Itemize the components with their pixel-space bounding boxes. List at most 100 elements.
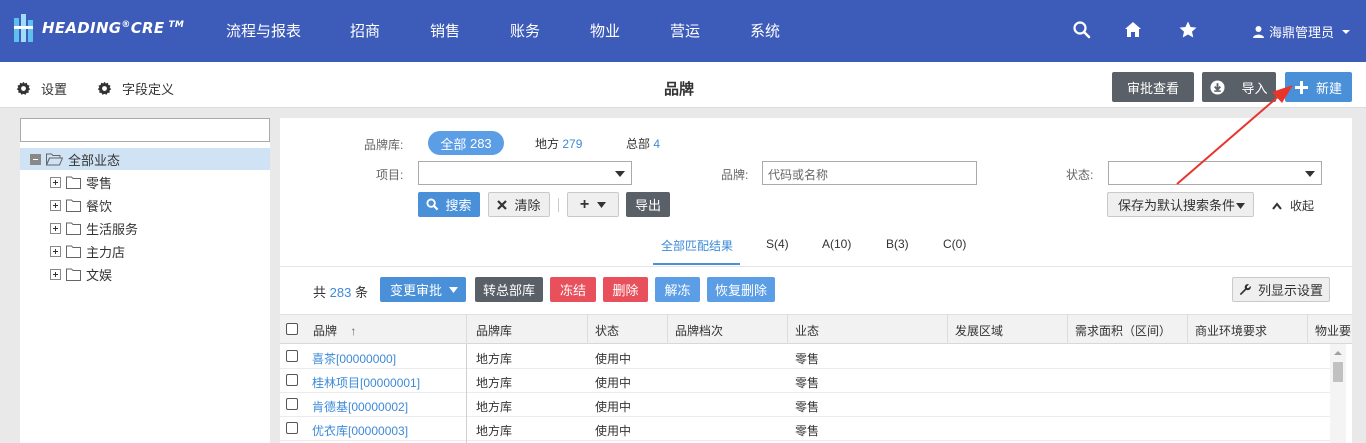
library-hq-option[interactable]: 总部 4 xyxy=(626,135,660,152)
expand-icon[interactable] xyxy=(50,199,61,211)
category-tree-panel: 全部业态 零售 餐饮 生活服务 主力店 文娱 xyxy=(20,118,270,443)
brand-link[interactable]: 优衣库[00000003] xyxy=(312,422,408,439)
table-row[interactable]: 桂林项目[00000001] 地方库 使用中 零售 xyxy=(280,369,1330,393)
table-vertical-scrollbar[interactable] xyxy=(1330,344,1346,443)
brand-name: HEADING®CRE TM xyxy=(42,19,185,37)
nav-item-accounts[interactable]: 账务 xyxy=(510,20,540,41)
library-hq-count: 4 xyxy=(653,137,661,151)
search-button[interactable]: 搜索 xyxy=(418,192,480,217)
status-select[interactable] xyxy=(1108,161,1322,185)
library-cell: 地方库 xyxy=(476,400,513,414)
nav-item-leasing[interactable]: 招商 xyxy=(350,20,380,41)
expand-icon[interactable] xyxy=(50,268,61,280)
nav-item-property[interactable]: 物业 xyxy=(590,20,620,41)
select-all-checkbox[interactable] xyxy=(286,323,298,335)
table-row[interactable]: 优衣库[00000003] 地方库 使用中 零售 xyxy=(280,417,1330,441)
library-all-option[interactable]: 全部 283 xyxy=(428,131,504,155)
column-header-status[interactable]: 状态 xyxy=(595,322,619,339)
change-approval-dropdown[interactable]: 变更审批 xyxy=(380,277,466,302)
scroll-up-arrow-icon[interactable] xyxy=(1330,348,1346,358)
folder-icon xyxy=(66,222,81,235)
column-header-format[interactable]: 业态 xyxy=(795,322,819,339)
tabs-divider xyxy=(280,266,1352,267)
tab-grade-s[interactable]: S(4) xyxy=(766,237,789,251)
brand-link[interactable]: 桂林项目[00000001] xyxy=(312,374,420,391)
home-icon[interactable] xyxy=(1123,20,1143,40)
export-button[interactable]: 导出 xyxy=(626,192,670,217)
restore-delete-button[interactable]: 恢复删除 xyxy=(707,277,775,302)
row-checkbox[interactable] xyxy=(286,398,298,410)
collapse-filters-link[interactable]: 收起 xyxy=(1272,197,1314,214)
tree-node-dining[interactable]: 餐饮 xyxy=(20,194,270,216)
expand-icon[interactable] xyxy=(50,222,61,234)
tree-node-label: 餐饮 xyxy=(86,198,113,214)
project-select[interactable] xyxy=(418,161,632,185)
expand-icon[interactable] xyxy=(50,245,61,257)
column-header-area[interactable]: 需求面积（区间） xyxy=(1075,322,1171,339)
brand-search-input[interactable]: 代码或名称 xyxy=(762,161,977,185)
column-header-environment[interactable]: 商业环境要求 xyxy=(1195,322,1267,339)
star-icon[interactable] xyxy=(1178,20,1198,40)
column-divider xyxy=(587,314,588,344)
nav-item-system[interactable]: 系统 xyxy=(750,20,780,41)
column-header-grade[interactable]: 品牌档次 xyxy=(675,322,723,339)
tab-grade-c[interactable]: C(0) xyxy=(943,237,966,251)
library-cell: 地方库 xyxy=(476,376,513,390)
column-settings-button[interactable]: 列显示设置 xyxy=(1232,277,1330,302)
save-default-search-button[interactable]: 保存为默认搜索条件 xyxy=(1107,192,1254,217)
library-local-option[interactable]: 地方 279 xyxy=(535,135,582,152)
tree-node-retail[interactable]: 零售 xyxy=(20,171,270,193)
brand-logo[interactable]: HEADING®CRE TM xyxy=(14,14,184,42)
row-checkbox[interactable] xyxy=(286,350,298,362)
tree-node-all-formats[interactable]: 全部业态 xyxy=(20,148,270,170)
expand-icon[interactable] xyxy=(50,176,61,188)
result-count-value: 283 xyxy=(329,285,352,300)
table-row[interactable]: 喜茶[00000000] 地方库 使用中 零售 xyxy=(280,345,1330,369)
field-definition-link[interactable]: 字段定义 xyxy=(97,79,174,98)
tree-node-entertainment[interactable]: 文娱 xyxy=(20,263,270,285)
search-icon[interactable] xyxy=(1072,20,1092,40)
tree-node-anchor-store[interactable]: 主力店 xyxy=(20,240,270,262)
plus-icon: + xyxy=(579,195,590,213)
tree-node-label: 文娱 xyxy=(86,267,113,283)
row-checkbox[interactable] xyxy=(286,422,298,434)
approval-view-button[interactable]: 审批查看 xyxy=(1112,72,1194,102)
table-row[interactable]: 肯德基[00000002] 地方库 使用中 零售 xyxy=(280,393,1330,417)
import-button[interactable]: 导入 xyxy=(1202,72,1276,102)
freeze-button[interactable]: 冻结 xyxy=(550,277,596,302)
pinned-column-divider xyxy=(466,344,467,443)
tab-all-results[interactable]: 全部匹配结果 xyxy=(661,237,733,254)
nav-item-reports[interactable]: 流程与报表 xyxy=(226,20,301,41)
new-button[interactable]: 新建 xyxy=(1285,72,1352,102)
tab-grade-b[interactable]: B(3) xyxy=(886,237,909,251)
column-header-brand[interactable]: 品牌 ↑ xyxy=(313,322,356,339)
transfer-to-hq-button[interactable]: 转总部库 xyxy=(475,277,543,302)
add-condition-dropdown[interactable]: + xyxy=(567,192,619,217)
status-label: 状态: xyxy=(1066,168,1094,182)
settings-link[interactable]: 设置 xyxy=(16,79,67,98)
row-checkbox[interactable] xyxy=(286,374,298,386)
tab-grade-a[interactable]: A(10) xyxy=(822,237,851,251)
column-header-region[interactable]: 发展区域 xyxy=(955,322,1003,339)
unfreeze-button[interactable]: 解冻 xyxy=(655,277,700,302)
folder-icon xyxy=(66,268,81,281)
clear-button[interactable]: 清除 xyxy=(488,192,550,217)
scrollbar-thumb[interactable] xyxy=(1333,362,1343,382)
chevron-down-icon xyxy=(597,201,607,208)
logo-mark-icon xyxy=(14,14,36,42)
status-cell: 使用中 xyxy=(595,424,632,438)
delete-button[interactable]: 删除 xyxy=(603,277,648,302)
result-count: 共 283 条 xyxy=(313,282,368,301)
tree-node-life-services[interactable]: 生活服务 xyxy=(20,217,270,239)
column-header-property[interactable]: 物业要 xyxy=(1315,322,1352,339)
nav-item-sales[interactable]: 销售 xyxy=(430,20,460,41)
column-header-library[interactable]: 品牌库 xyxy=(476,322,512,339)
tree-search-input[interactable] xyxy=(20,118,270,142)
user-menu[interactable]: 海鼎管理员 xyxy=(1252,22,1351,41)
brand-link[interactable]: 肯德基[00000002] xyxy=(312,398,408,415)
brand-link[interactable]: 喜茶[00000000] xyxy=(312,350,396,367)
nav-item-operations[interactable]: 营运 xyxy=(670,20,700,41)
collapse-icon[interactable] xyxy=(30,153,41,165)
status-cell: 使用中 xyxy=(595,400,632,414)
user-name: 海鼎管理员 xyxy=(1269,25,1335,40)
